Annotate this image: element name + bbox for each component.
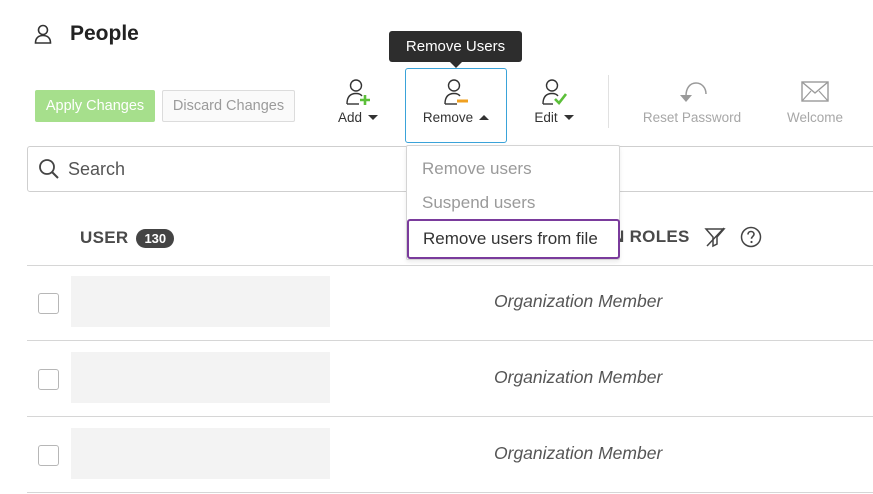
remove-users-tooltip: Remove Users <box>389 31 522 68</box>
add-user-icon <box>346 79 370 105</box>
user-count-badge: 130 <box>136 228 175 248</box>
edit-label: Edit <box>534 110 558 125</box>
user-column-label: USER <box>80 228 129 247</box>
row-checkbox[interactable] <box>38 369 59 390</box>
reset-password-label: Reset Password <box>642 110 742 125</box>
filter-off-icon[interactable] <box>704 226 726 248</box>
welcome-button[interactable]: Welcome <box>783 78 847 125</box>
chevron-down-icon <box>368 115 379 120</box>
remove-user-icon <box>444 79 468 105</box>
table-row[interactable]: Organization Member <box>27 417 873 493</box>
toolbar-divider <box>608 75 609 128</box>
column-header-user[interactable]: USER 130 <box>80 228 175 248</box>
welcome-label: Welcome <box>786 110 844 125</box>
reset-password-button[interactable]: Reset Password <box>640 78 744 125</box>
menu-item-remove-users[interactable]: Remove users <box>422 159 532 179</box>
row-checkbox[interactable] <box>38 445 59 466</box>
search-icon <box>39 159 59 179</box>
chevron-down-icon <box>563 115 574 120</box>
apply-changes-button[interactable]: Apply Changes <box>35 90 155 122</box>
edit-user-icon <box>542 79 567 105</box>
menu-item-suspend-users[interactable]: Suspend users <box>422 193 535 213</box>
user-cell-placeholder <box>71 428 330 479</box>
table-row[interactable]: Organization Member <box>27 265 873 341</box>
role-cell: Organization Member <box>494 367 663 387</box>
menu-item-remove-users-from-file[interactable]: Remove users from file <box>407 219 620 259</box>
remove-label: Remove <box>422 110 474 125</box>
search-input[interactable] <box>68 158 398 180</box>
person-icon <box>34 24 52 44</box>
chevron-up-icon <box>479 115 490 120</box>
user-cell-placeholder <box>71 352 330 403</box>
discard-changes-button[interactable]: Discard Changes <box>162 90 295 122</box>
row-checkbox[interactable] <box>38 293 59 314</box>
user-cell-placeholder <box>71 276 330 327</box>
remove-dropdown-menu: Remove users Suspend users Remove users … <box>406 145 620 260</box>
add-user-button[interactable]: Add <box>335 78 381 125</box>
welcome-envelope-icon <box>801 81 829 102</box>
column-header-roles: N ROLES <box>612 226 762 248</box>
reset-password-icon <box>680 82 707 102</box>
page-title: People <box>70 22 139 45</box>
roles-column-label: N ROLES <box>612 227 690 246</box>
help-icon[interactable] <box>740 226 762 248</box>
add-label: Add <box>337 110 363 125</box>
table-row[interactable]: Organization Member <box>27 341 873 417</box>
remove-user-button[interactable]: Remove <box>405 68 507 143</box>
role-cell: Organization Member <box>494 291 663 311</box>
role-cell: Organization Member <box>494 443 663 463</box>
edit-user-button[interactable]: Edit <box>530 78 578 125</box>
page-header: People <box>34 22 139 46</box>
